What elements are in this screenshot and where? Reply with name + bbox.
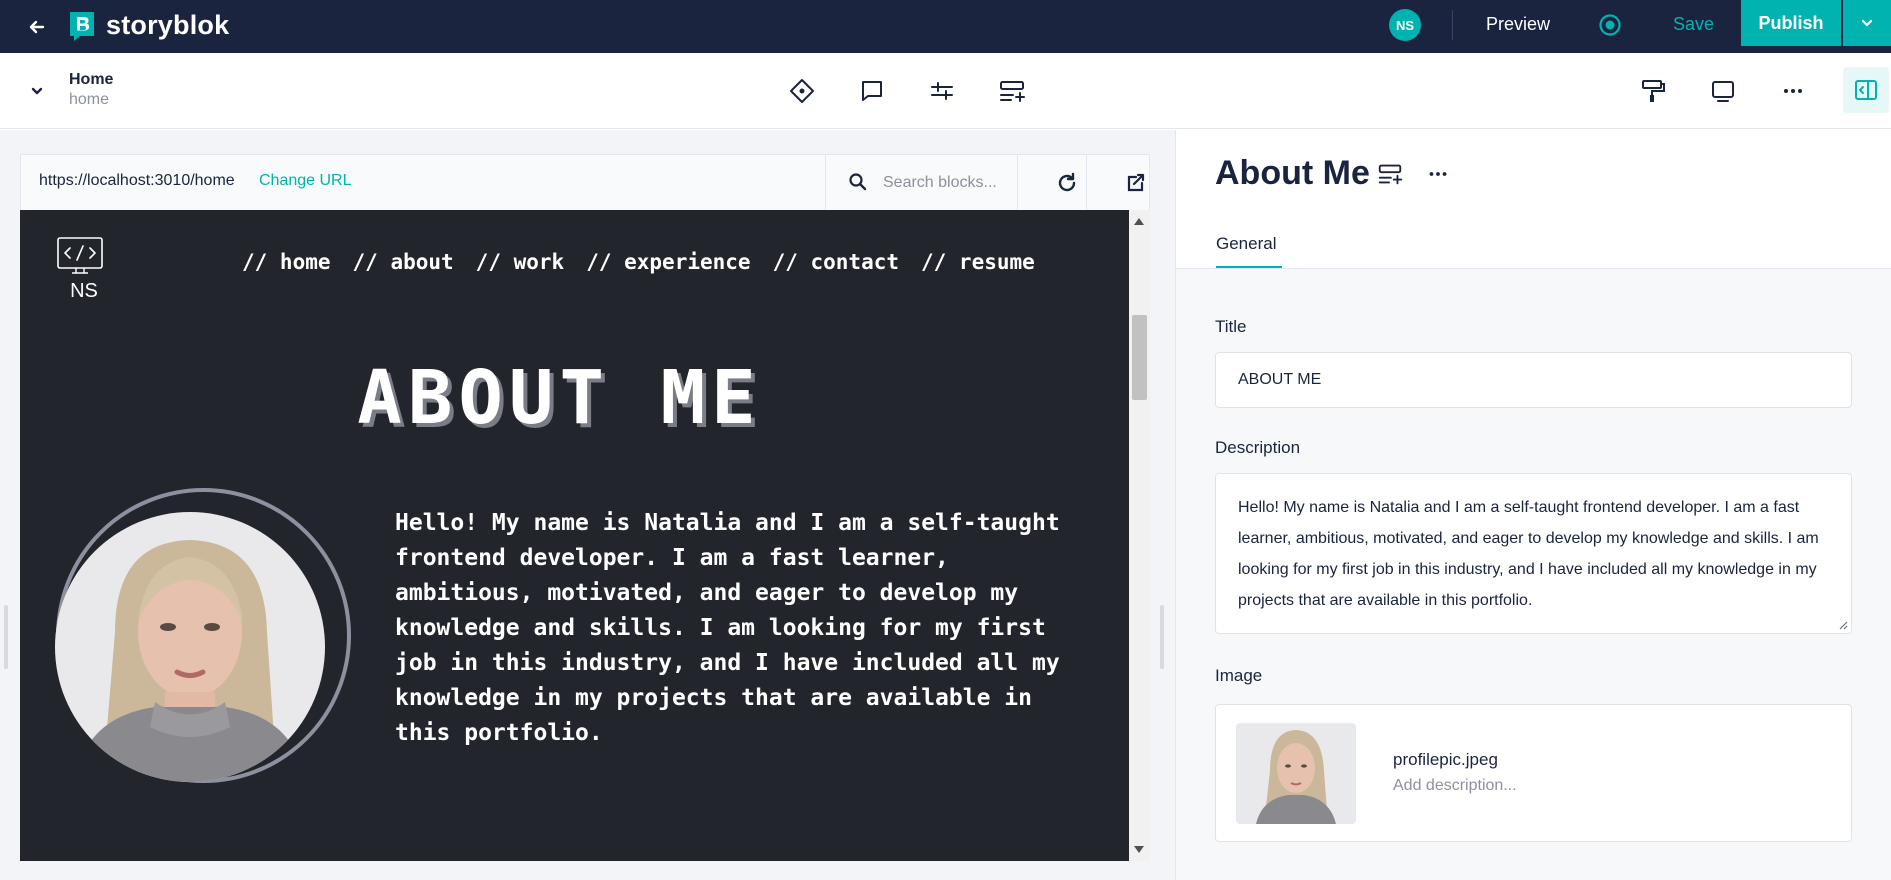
image-description-input[interactable]: Add description... bbox=[1393, 777, 1517, 795]
image-filename: profilepic.jpeg bbox=[1393, 750, 1498, 769]
title-label: Title bbox=[1215, 317, 1247, 336]
scroll-down-arrow-icon[interactable] bbox=[1134, 846, 1144, 853]
comment-icon[interactable] bbox=[857, 76, 887, 106]
back-arrow-icon[interactable] bbox=[22, 12, 52, 42]
story-header: Home home bbox=[0, 53, 1891, 129]
scroll-up-arrow-icon[interactable] bbox=[1134, 218, 1144, 225]
image-label: Image bbox=[1215, 666, 1263, 685]
paint-roller-icon[interactable] bbox=[1638, 76, 1668, 106]
storyblok-logo-icon bbox=[68, 10, 96, 41]
diamond-icon[interactable] bbox=[787, 76, 817, 106]
scrollbar-thumb[interactable] bbox=[1132, 315, 1147, 400]
site-heading: ABOUT ME bbox=[357, 355, 762, 441]
description-label: Description bbox=[1215, 438, 1301, 457]
site-about-text: Hello! My name is Natalia and I am a sel… bbox=[395, 510, 1060, 746]
site-nav: // home // about // work // experience /… bbox=[242, 250, 1035, 274]
topbar-divider bbox=[1452, 10, 1453, 40]
change-url-link[interactable]: Change URL bbox=[259, 172, 352, 190]
site-nav-experience[interactable]: // experience bbox=[586, 250, 750, 274]
description-text: Hello! My name is Natalia and I am a sel… bbox=[1238, 499, 1819, 609]
resize-grip-icon[interactable] bbox=[1838, 620, 1848, 630]
site-logo[interactable]: NS bbox=[54, 236, 114, 304]
add-block-icon[interactable] bbox=[1376, 160, 1404, 188]
story-name: Home bbox=[69, 71, 114, 88]
search-icon bbox=[847, 171, 869, 193]
monitor-code-icon bbox=[57, 237, 103, 274]
reload-icon[interactable] bbox=[1053, 169, 1081, 197]
save-button[interactable]: Save bbox=[1673, 14, 1714, 35]
chevron-down-icon[interactable] bbox=[26, 80, 48, 102]
brand-name: storyblok bbox=[106, 10, 230, 40]
publish-button[interactable]: Publish bbox=[1741, 0, 1841, 46]
block-more-icon[interactable] bbox=[1424, 160, 1452, 188]
preview-url: https://localhost:3010/home bbox=[39, 172, 235, 189]
add-block-icon[interactable] bbox=[997, 76, 1027, 106]
urlbar-divider bbox=[825, 155, 826, 211]
select-block-icon[interactable] bbox=[1122, 169, 1150, 197]
preview-scrollbar[interactable] bbox=[1129, 210, 1150, 861]
site-nav-home[interactable]: // home bbox=[242, 250, 331, 274]
image-field[interactable]: profilepic.jpeg Add description... bbox=[1215, 704, 1852, 842]
title-field[interactable] bbox=[1215, 352, 1852, 408]
preview-toggle-icon[interactable] bbox=[1598, 13, 1622, 37]
urlbar-divider bbox=[1086, 155, 1087, 211]
preview-url-bar: https://localhost:3010/home Change URL bbox=[20, 154, 1150, 211]
sliders-icon[interactable] bbox=[927, 76, 957, 106]
tab-general[interactable]: General bbox=[1216, 234, 1276, 254]
device-preview-icon[interactable] bbox=[1708, 76, 1738, 106]
top-bar: storyblok NS Preview Save Publish bbox=[0, 0, 1891, 53]
profile-photo bbox=[55, 512, 325, 782]
more-icon[interactable] bbox=[1778, 76, 1808, 106]
user-avatar[interactable]: NS bbox=[1389, 9, 1421, 41]
urlbar-divider bbox=[1017, 155, 1018, 211]
resize-handle-left[interactable] bbox=[4, 605, 8, 669]
search-blocks-input[interactable] bbox=[883, 169, 1013, 197]
side-panel-icon[interactable] bbox=[1843, 67, 1889, 113]
publish-options-chevron-icon[interactable] bbox=[1843, 0, 1891, 46]
site-nav-work[interactable]: // work bbox=[476, 250, 565, 274]
site-nav-about[interactable]: // about bbox=[353, 250, 454, 274]
site-nav-resume[interactable]: // resume bbox=[921, 250, 1035, 274]
story-slug: home bbox=[69, 91, 110, 108]
preview-button[interactable]: Preview bbox=[1486, 14, 1550, 35]
site-preview: NS // home // about // work // experienc… bbox=[20, 210, 1129, 861]
visual-editor-preview: https://localhost:3010/home Change URL N… bbox=[0, 130, 1175, 880]
image-thumbnail[interactable] bbox=[1236, 723, 1356, 824]
block-title: About Me bbox=[1215, 154, 1370, 192]
block-editor-panel: About Me General Title Description Hello… bbox=[1176, 130, 1891, 880]
resize-handle-right[interactable] bbox=[1160, 605, 1164, 669]
description-field[interactable]: Hello! My name is Natalia and I am a sel… bbox=[1215, 473, 1852, 634]
site-logo-initials: NS bbox=[70, 280, 98, 302]
site-nav-contact[interactable]: // contact bbox=[773, 250, 899, 274]
